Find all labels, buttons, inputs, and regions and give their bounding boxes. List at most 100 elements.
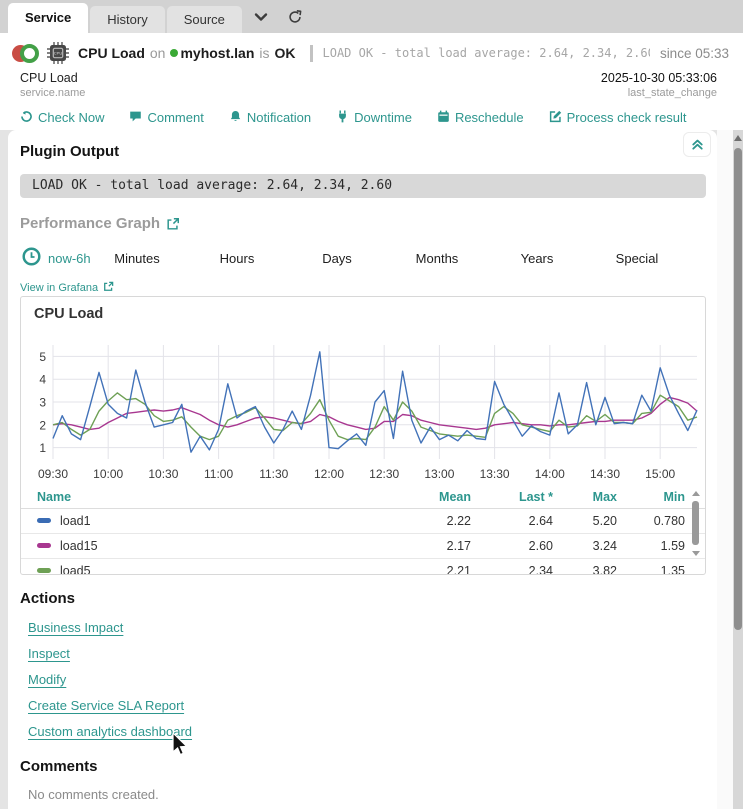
status-is-word: is <box>259 45 269 61</box>
last-state-change-label: last_state_change <box>601 87 717 99</box>
downtime-label: Downtime <box>354 110 412 125</box>
load5-max: 3.82 <box>561 559 625 576</box>
performance-graph-heading: Performance Graph <box>20 215 180 232</box>
time-tab-special[interactable]: Special <box>587 251 687 266</box>
svg-text:12:30: 12:30 <box>369 467 399 481</box>
status-on-word: on <box>150 45 166 61</box>
time-tab-days[interactable]: Days <box>287 251 387 266</box>
check-now-label: Check Now <box>38 110 104 125</box>
tab-history[interactable]: History <box>90 6 164 33</box>
svg-text:5: 5 <box>39 350 46 364</box>
plugin-output-text: LOAD OK - total load average: 2.64, 2.34… <box>20 174 706 198</box>
load15-swatch-icon <box>37 543 51 548</box>
tab-source[interactable]: Source <box>167 6 242 33</box>
legend-scroll-up-icon[interactable] <box>692 491 700 496</box>
legend-col-max[interactable]: Max <box>561 487 625 509</box>
tab-service[interactable]: Service <box>8 3 88 33</box>
status-since: since 05:33 <box>660 46 729 61</box>
action-link-business-impact[interactable]: Business Impact <box>28 620 123 635</box>
svg-text:14:00: 14:00 <box>535 467 565 481</box>
load1-swatch-icon <box>37 518 51 523</box>
process-check-result-button[interactable]: Process check result <box>549 110 687 126</box>
meta-left: CPU Load service.name <box>20 71 85 99</box>
cpu-load-graph[interactable]: 09:3010:0010:3011:0011:3012:0012:3013:00… <box>21 333 705 483</box>
calendar-icon <box>437 110 450 126</box>
svg-text:4: 4 <box>39 373 46 387</box>
check-now-button[interactable]: Check Now <box>20 110 104 126</box>
status-summary: LOAD OK - total load average: 2.64, 2.34… <box>323 46 650 60</box>
external-link-icon <box>103 281 114 295</box>
comments-heading: Comments <box>20 758 98 775</box>
svg-text:10:30: 10:30 <box>148 467 178 481</box>
legend-col-last[interactable]: Last * <box>479 487 561 509</box>
page-scrollbar[interactable] <box>733 130 743 809</box>
clock-icon <box>22 247 41 269</box>
time-tab-years[interactable]: Years <box>487 251 587 266</box>
performance-graph-title: Performance Graph <box>20 215 160 232</box>
page-scrollbar-thumb[interactable] <box>734 148 742 630</box>
reload-page-icon[interactable] <box>278 0 312 33</box>
meta-row: CPU Load service.name 2025-10-30 05:33:0… <box>20 71 717 99</box>
notification-button[interactable]: Notification <box>229 110 311 126</box>
svg-text:3: 3 <box>39 396 46 410</box>
host-state-dot-icon <box>170 49 178 57</box>
scrollbar-gutter <box>717 130 733 809</box>
legend-col-name[interactable]: Name <box>21 487 389 509</box>
action-link-inspect[interactable]: Inspect <box>28 646 70 661</box>
svg-text:11:30: 11:30 <box>259 467 288 481</box>
svg-text:09:30: 09:30 <box>38 467 68 481</box>
time-range-row: now-6h Minutes Hours Days Months Years S… <box>8 247 717 273</box>
scrollbar-up-arrow-icon[interactable] <box>734 135 742 141</box>
legend-col-mean[interactable]: Mean <box>389 487 479 509</box>
reschedule-button[interactable]: Reschedule <box>437 110 524 126</box>
load1-last: 2.64 <box>479 509 561 534</box>
legend-scrollbar-thumb[interactable] <box>692 501 699 545</box>
tab-bar: Service History Source <box>0 0 743 33</box>
edit-icon <box>549 110 562 126</box>
downtime-button[interactable]: Downtime <box>336 110 412 126</box>
action-link-create-sla-report[interactable]: Create Service SLA Report <box>28 698 184 713</box>
time-preset-selector[interactable]: now-6h <box>22 247 91 269</box>
view-in-grafana-link[interactable]: View in Grafana <box>20 281 114 295</box>
plug-icon <box>336 110 349 126</box>
svg-text:1: 1 <box>39 441 46 455</box>
load15-last: 2.60 <box>479 534 561 559</box>
graph-legend: Name Mean Last * Max Min load1 2.22 <box>21 487 705 575</box>
legend-scrollbar[interactable] <box>691 489 700 563</box>
service-detail-page: Service History Source CPU CPU Load on <box>0 0 743 809</box>
time-tab-minutes[interactable]: Minutes <box>87 251 187 266</box>
chevron-down-icon[interactable] <box>244 0 278 33</box>
comment-button[interactable]: Comment <box>129 110 203 126</box>
meta-right: 2025-10-30 05:33:06 last_state_change <box>601 71 717 99</box>
notification-label: Notification <box>247 110 311 125</box>
action-link-custom-analytics-dashboard[interactable]: Custom analytics dashboard <box>28 724 192 739</box>
meta-service-subtitle: service.name <box>20 87 85 99</box>
svg-text:12:00: 12:00 <box>314 467 344 481</box>
load15-max: 3.24 <box>561 534 625 559</box>
legend-row-load1[interactable]: load1 2.22 2.64 5.20 0.780 <box>21 509 705 534</box>
legend-header-row: Name Mean Last * Max Min <box>21 487 705 509</box>
content-panel: Plugin Output LOAD OK - total load avera… <box>8 130 717 809</box>
grafana-link-label: View in Grafana <box>20 282 98 294</box>
process-check-result-label: Process check result <box>567 110 687 125</box>
svg-text:13:30: 13:30 <box>480 467 510 481</box>
load1-mean: 2.22 <box>389 509 479 534</box>
collapse-panel-button[interactable] <box>683 132 711 157</box>
bell-icon <box>229 110 242 126</box>
time-tab-hours[interactable]: Hours <box>187 251 287 266</box>
host-name[interactable]: myhost.lan <box>180 45 254 61</box>
time-preset-label: now-6h <box>48 251 91 266</box>
external-link-icon[interactable] <box>166 217 180 231</box>
load1-max: 5.20 <box>561 509 625 534</box>
comment-icon <box>129 110 142 126</box>
meta-service-title: CPU Load <box>20 71 85 85</box>
refresh-icon <box>20 110 33 126</box>
actions-heading: Actions <box>20 590 75 607</box>
time-tab-months[interactable]: Months <box>387 251 487 266</box>
legend-row-load5[interactable]: load5 2.21 2.34 3.82 1.35 <box>21 559 705 576</box>
legend-scroll-down-icon[interactable] <box>692 551 700 556</box>
action-link-modify[interactable]: Modify <box>28 672 66 687</box>
cpu-load-chart-card: CPU Load 09:3010:0010:3011:0011:3012:001… <box>20 296 706 575</box>
service-header: CPU CPU Load on myhost.lan is OK LOAD OK… <box>0 33 743 130</box>
legend-row-load15[interactable]: load15 2.17 2.60 3.24 1.59 <box>21 534 705 559</box>
